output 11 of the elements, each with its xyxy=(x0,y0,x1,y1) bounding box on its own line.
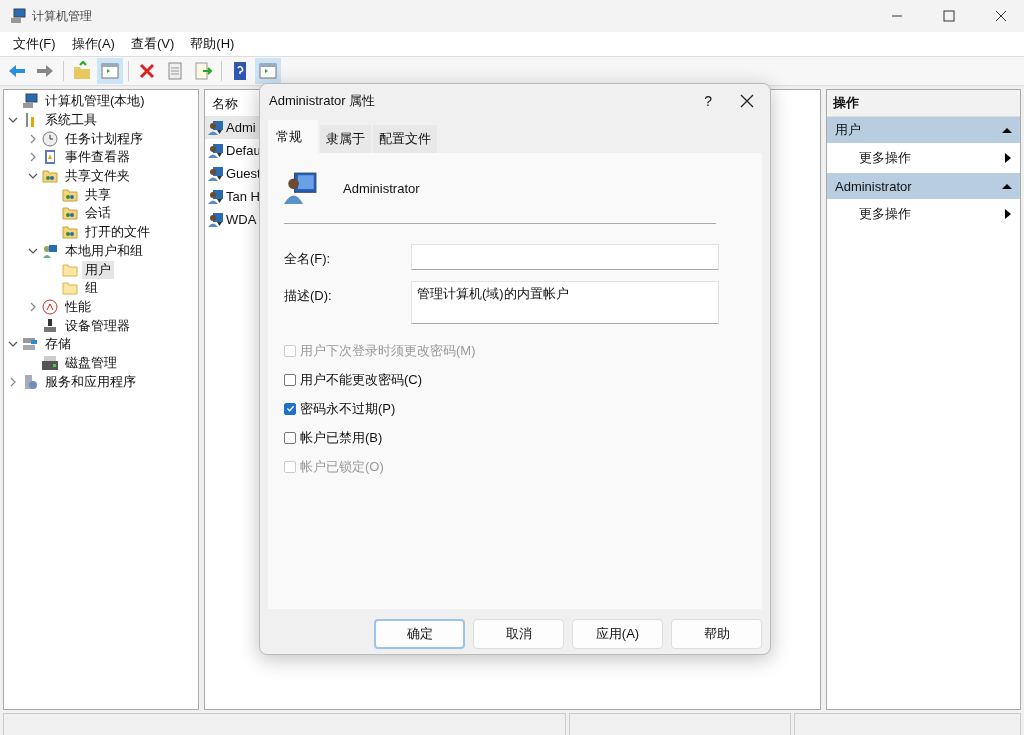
field-label: 全名(F): xyxy=(284,250,332,268)
checkbox-label: 用户不能更改密码(C) xyxy=(300,370,423,389)
window-title: 计算机管理 xyxy=(32,7,92,25)
user-name: Administrator xyxy=(343,180,420,196)
checkbox-label: 帐户已锁定(O) xyxy=(300,457,384,476)
dialog-title: Administrator 属性 xyxy=(269,92,376,110)
field-label: 描述(D): xyxy=(284,287,333,305)
checkbox-label: 用户下次登录时须更改密码(M) xyxy=(300,341,476,360)
checkbox-label: 密码永不过期(P) xyxy=(300,399,396,418)
checkbox-label: 帐户已禁用(B) xyxy=(300,428,383,447)
actions-header: 操作 xyxy=(827,90,1020,117)
